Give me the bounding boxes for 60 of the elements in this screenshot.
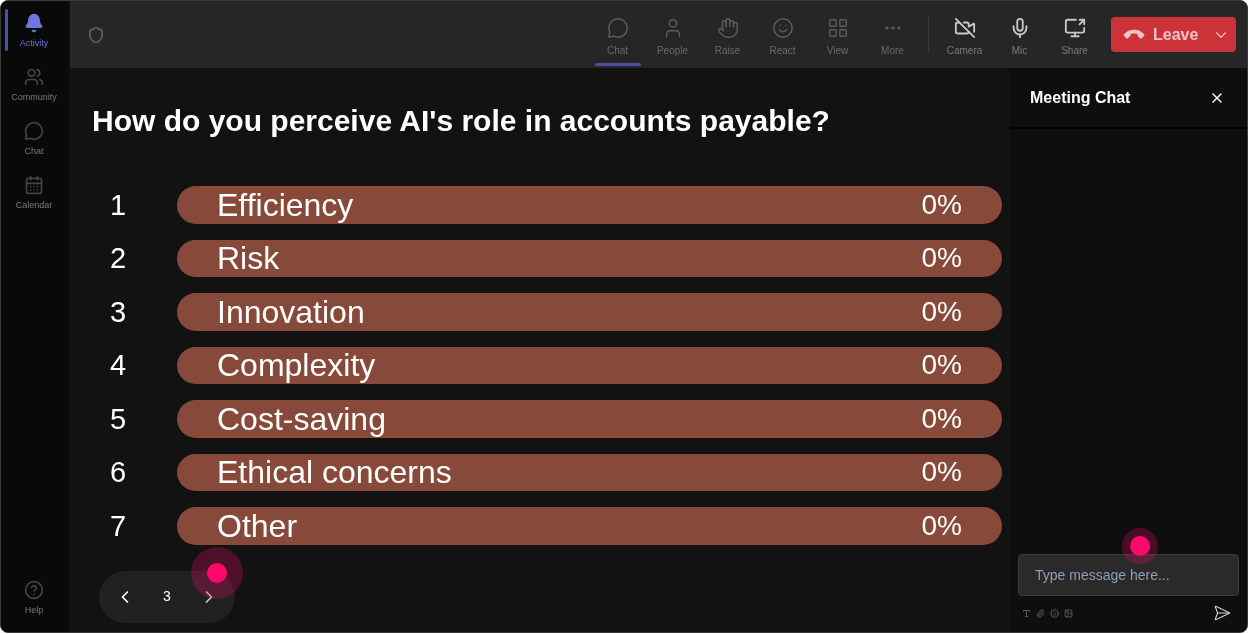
help-button[interactable]: Help	[1, 570, 67, 624]
option-percent: 0%	[921, 402, 962, 435]
toolbar-button[interactable]: View	[810, 1, 865, 68]
message-input[interactable]: Type message here...	[1018, 554, 1239, 596]
option-percent: 0%	[921, 349, 962, 382]
option-percent: 0%	[921, 456, 962, 489]
option-label: Other	[217, 507, 298, 544]
option-number: 3	[108, 294, 128, 329]
send-icon[interactable]	[1213, 604, 1231, 622]
grid-icon	[826, 17, 849, 39]
click-marker-icon	[191, 547, 243, 599]
toolbar-button[interactable]: Share	[1047, 1, 1102, 68]
option-label: Ethical concerns	[217, 454, 452, 491]
toolbar-button[interactable]: Mic	[992, 1, 1047, 68]
option-percent: 0%	[921, 242, 962, 275]
help-icon	[24, 579, 44, 600]
people-icon	[24, 66, 44, 87]
toolbar-button[interactable]: Chat	[590, 1, 645, 68]
option-label: Efficiency	[217, 186, 354, 223]
option-percent: 0%	[921, 295, 962, 328]
toolbar-button[interactable]: People	[645, 1, 700, 68]
toolbar-button[interactable]: React	[755, 1, 810, 68]
toolbar-button[interactable]: Camera	[937, 1, 992, 68]
bell-icon	[24, 12, 44, 33]
toolbar-button[interactable]: Raise	[700, 1, 755, 68]
chat-panel-title: Meeting Chat	[1030, 87, 1131, 108]
sidebar-item[interactable]: Calendar	[1, 165, 67, 219]
hand-icon	[716, 17, 739, 39]
chat-bubble-icon	[606, 17, 629, 39]
more-icon	[884, 26, 901, 30]
option-label: Risk	[217, 240, 280, 277]
smiley-icon	[771, 17, 794, 39]
option-number: 5	[108, 401, 128, 436]
toolbar-button[interactable]: More	[865, 1, 920, 68]
option-label: Innovation	[217, 293, 365, 330]
option-percent: 0%	[921, 509, 962, 542]
emoji-icon[interactable]	[1050, 608, 1059, 618]
option-number: 1	[108, 187, 128, 222]
sidebar-item[interactable]: Chat	[1, 111, 67, 165]
image-icon[interactable]	[1064, 608, 1073, 618]
poll-question: How do you perceive AI's role in accounts payable?	[92, 104, 831, 138]
option-number: 6	[108, 455, 128, 490]
paperclip-icon[interactable]	[1036, 608, 1045, 618]
option-number: 4	[108, 348, 128, 383]
calendar-icon	[24, 174, 44, 195]
sidebar-item[interactable]: Community	[1, 57, 67, 111]
chat-bubble-icon	[24, 120, 44, 141]
option-number: 7	[108, 508, 128, 543]
option-label: Complexity	[217, 347, 376, 384]
text-format-icon[interactable]	[1022, 608, 1031, 618]
option-number: 2	[108, 241, 128, 276]
option-label: Cost-saving	[217, 400, 386, 437]
click-marker-icon	[1122, 528, 1158, 564]
page-number: 3	[163, 587, 171, 606]
shield-icon[interactable]	[87, 25, 105, 44]
camera-off-icon	[953, 17, 976, 39]
screen-share-icon	[1063, 17, 1086, 39]
leave-button[interactable]: Leave	[1111, 17, 1236, 52]
sidebar-item[interactable]: Activity	[1, 3, 67, 57]
option-percent: 0%	[921, 188, 962, 221]
